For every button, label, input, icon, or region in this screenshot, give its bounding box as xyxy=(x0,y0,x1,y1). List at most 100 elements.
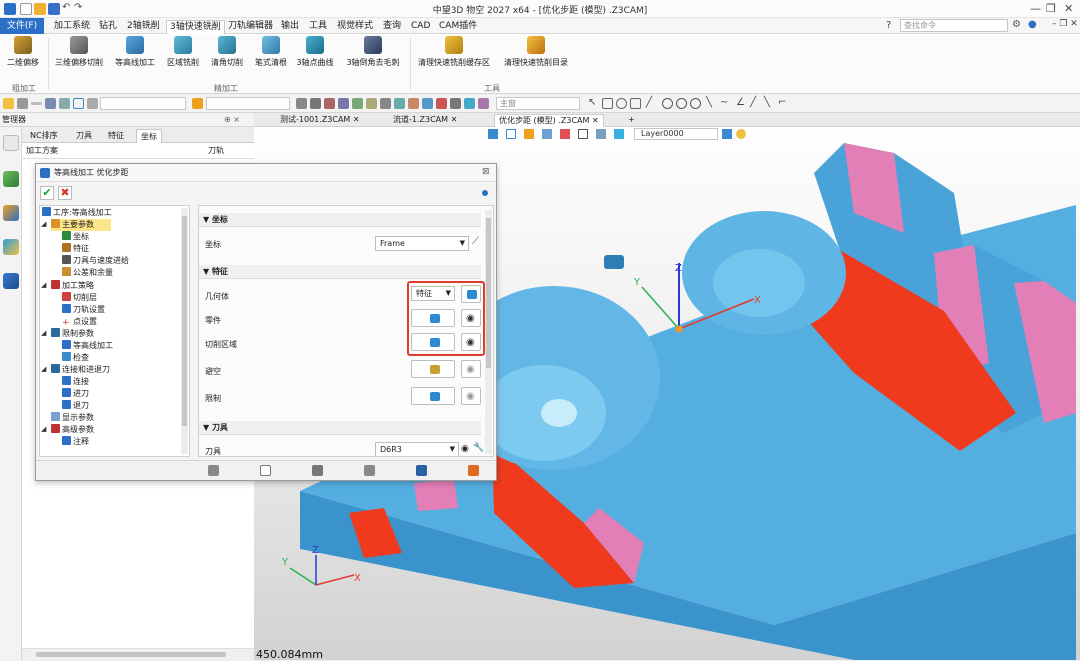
ribbon-2d-offset-button[interactable]: 二维偏移 xyxy=(3,36,43,68)
menu-machining-system[interactable]: 加工系统 xyxy=(51,20,93,34)
menu-3axis-fast-milling[interactable]: 3轴快速铣削 xyxy=(166,20,225,34)
expand-icon[interactable]: ◢ xyxy=(41,329,46,337)
maximize-icon[interactable]: ❐ xyxy=(1046,2,1056,15)
menu-tools[interactable]: 工具 xyxy=(306,20,330,34)
user-icon[interactable] xyxy=(3,273,19,289)
menu-drilling[interactable]: 钻孔 xyxy=(96,20,120,34)
polyline-icon[interactable]: ╲ xyxy=(706,98,717,109)
ok-button[interactable]: ✔ xyxy=(40,186,54,200)
layer-icon[interactable] xyxy=(3,171,19,187)
save-template-icon[interactable] xyxy=(416,465,427,476)
snap5-icon[interactable] xyxy=(352,98,363,109)
expand-icon[interactable]: ◢ xyxy=(41,365,46,373)
section-feature-header[interactable]: ▼ 特征 xyxy=(199,265,481,279)
ribbon-area-milling-button[interactable]: 区域铣削 xyxy=(164,36,202,68)
tree-item[interactable]: + 点设置 xyxy=(62,316,97,328)
sketch1-icon[interactable] xyxy=(602,98,613,109)
snap6-icon[interactable] xyxy=(366,98,377,109)
settings-icon[interactable]: ⚙ xyxy=(1012,19,1021,30)
sketch3-icon[interactable] xyxy=(630,98,641,109)
coord-pick-icon[interactable]: ⟋ xyxy=(472,237,484,249)
hex-icon[interactable] xyxy=(73,98,84,109)
sketch2-icon[interactable] xyxy=(616,98,627,109)
dialog-close-icon[interactable]: ⊠ xyxy=(482,167,490,177)
tree-item[interactable]: 检查 xyxy=(62,352,89,364)
menu-output[interactable]: 输出 xyxy=(278,20,302,34)
image-icon[interactable] xyxy=(3,239,19,255)
view-box-icon[interactable] xyxy=(506,129,516,139)
cancel-button[interactable]: ✖ xyxy=(58,186,72,200)
snap12-icon[interactable] xyxy=(450,98,461,109)
ribbon-clear-cache-button[interactable]: 清理快速铣削缓存区 xyxy=(414,36,494,68)
database-icon[interactable] xyxy=(208,465,219,476)
tool-dropdown[interactable]: D6R3 ▼ xyxy=(375,442,459,456)
manager-pin-close[interactable]: ⊕ × xyxy=(224,113,240,127)
snap8-icon[interactable] xyxy=(394,98,405,109)
props-scroll-thumb[interactable] xyxy=(486,218,491,368)
scroll-thumb[interactable] xyxy=(36,652,226,657)
snap14-icon[interactable] xyxy=(478,98,489,109)
tree-scroll-thumb[interactable] xyxy=(182,216,187,426)
expand-icon[interactable]: ◢ xyxy=(41,281,46,289)
filter-combo[interactable] xyxy=(100,97,186,110)
line2-icon[interactable]: ╱ xyxy=(750,98,761,109)
menu-visual-style[interactable]: 视觉样式 xyxy=(334,20,376,34)
tree-item[interactable]: 连接和进退刀 xyxy=(51,364,110,376)
ribbon-contour-button[interactable]: 等高线加工 xyxy=(112,36,158,68)
arc-icon[interactable] xyxy=(690,98,701,109)
snap10-icon[interactable] xyxy=(422,98,433,109)
minimize-icon[interactable]: — xyxy=(1030,2,1041,15)
tab-feature[interactable]: 特征 xyxy=(104,129,128,143)
3d-view-icon[interactable] xyxy=(192,98,203,109)
ribbon-3d-offset-button[interactable]: 三维偏移切削 xyxy=(53,36,105,68)
doc-tab-test[interactable]: 测试-1001.Z3CAM ✕ xyxy=(276,114,364,127)
limit-eye-button[interactable]: ◉ xyxy=(461,387,481,405)
menu-query[interactable]: 查询 xyxy=(380,20,404,34)
angle-icon[interactable]: ∠ xyxy=(736,98,747,109)
close-icon[interactable]: ✕ xyxy=(1064,2,1073,15)
ribbon-corner-clean-button[interactable]: 清角切削 xyxy=(208,36,246,68)
tool-eye-icon[interactable]: ◉ xyxy=(461,444,469,454)
layer-dropdown[interactable]: Layer0000 xyxy=(634,128,718,140)
circle-icon[interactable] xyxy=(662,98,673,109)
tree-item[interactable]: 高级参数 xyxy=(51,424,94,436)
ribbon-minimize-icon[interactable]: – ❐ ✕ xyxy=(1052,19,1078,29)
section-tool-header[interactable]: ▼ 刀具 xyxy=(199,421,481,435)
snap-icon[interactable] xyxy=(296,98,307,109)
tree-item[interactable]: 特征 xyxy=(62,243,89,255)
tree-item[interactable]: 刀具与速度进给 xyxy=(62,255,129,267)
grid-icon[interactable] xyxy=(45,98,56,109)
calc-icon[interactable] xyxy=(312,465,323,476)
menu-cam-plugin[interactable]: CAM插件 xyxy=(436,20,480,34)
menu-cad[interactable]: CAD xyxy=(408,20,433,34)
line-icon[interactable] xyxy=(31,102,42,105)
template-icon[interactable] xyxy=(260,465,271,476)
pick-filter-icon[interactable] xyxy=(17,98,28,109)
color-icon[interactable] xyxy=(560,129,570,139)
menu-file[interactable]: 文件(F) xyxy=(0,18,44,34)
manager-scrollbar[interactable] xyxy=(22,648,254,660)
avoid-pick-button[interactable] xyxy=(411,360,455,378)
tree-item[interactable]: 限制参数 xyxy=(51,328,94,340)
ribbon-point-curve-button[interactable]: 3轴点曲线 xyxy=(294,36,336,68)
help-circle-icon[interactable]: ● xyxy=(1028,19,1037,30)
ribbon-deburr-button[interactable]: 3轴倒角去毛刺 xyxy=(343,36,403,68)
tree-item[interactable]: 坐标 xyxy=(62,231,89,243)
section-coord-header[interactable]: ▼ 坐标 xyxy=(199,213,481,227)
tree-item[interactable]: 显示参数 xyxy=(51,412,94,424)
tree-item[interactable]: 刀轨设置 xyxy=(62,304,105,316)
tree-item[interactable]: 切削层 xyxy=(62,292,97,304)
line-draw-icon[interactable]: ╱ xyxy=(646,98,657,109)
view-cube-icon[interactable] xyxy=(488,129,498,139)
circle2-icon[interactable] xyxy=(676,98,687,109)
view-combo[interactable] xyxy=(206,97,290,110)
dots-icon[interactable] xyxy=(87,98,98,109)
export-icon[interactable] xyxy=(468,465,479,476)
tab-coordinate[interactable]: 坐标 xyxy=(136,129,162,143)
tree-item[interactable]: 工序:等高线加工 xyxy=(42,207,112,219)
part-icon[interactable] xyxy=(3,205,19,221)
doc-tab-optimize[interactable]: 优化步距 (模型) .Z3CAM ✕ xyxy=(494,114,604,127)
help-icon[interactable]: ? xyxy=(886,20,891,31)
grid-view-icon[interactable] xyxy=(542,129,552,139)
select-icon[interactable] xyxy=(3,98,14,109)
